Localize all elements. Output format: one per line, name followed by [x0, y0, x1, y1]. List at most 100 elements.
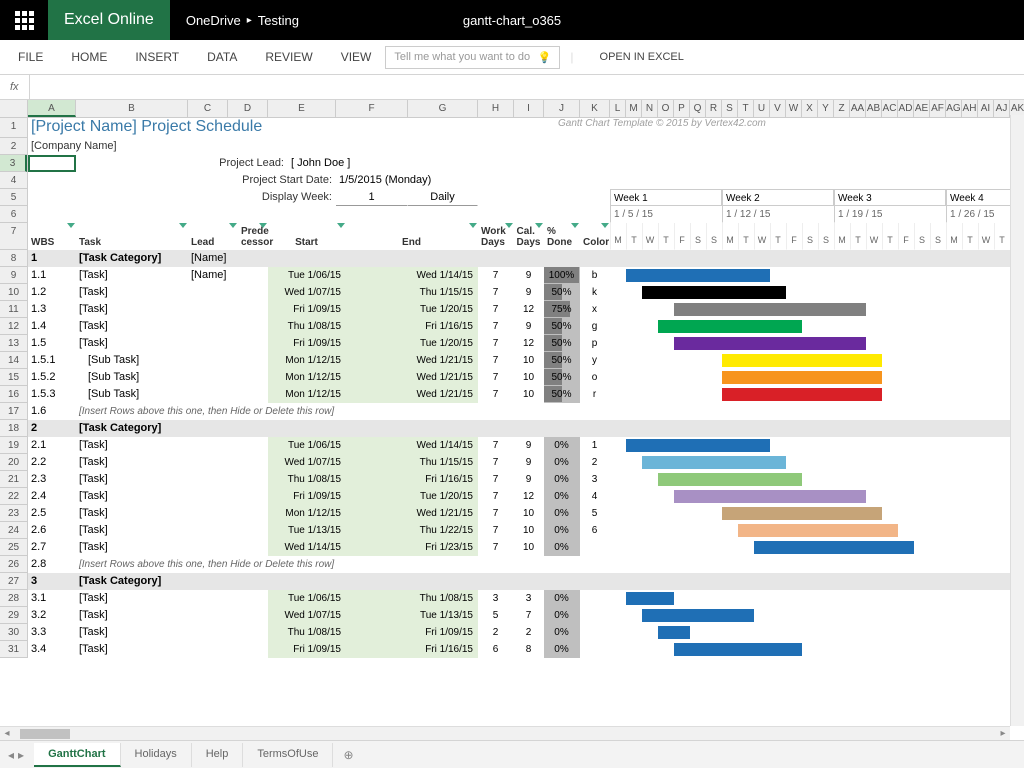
col-header-L[interactable]: L: [610, 100, 626, 117]
cells-area[interactable]: [Project Name] Project ScheduleGantt Cha…: [28, 118, 1024, 658]
col-header-G[interactable]: G: [408, 100, 478, 117]
row-header-26[interactable]: 26: [0, 556, 27, 573]
ribbon-tab-insert[interactable]: INSERT: [121, 42, 193, 72]
row-header-3[interactable]: 3: [0, 155, 27, 172]
scroll-left-icon[interactable]: ◂: [0, 728, 14, 739]
ribbon-tab-home[interactable]: HOME: [57, 42, 121, 72]
row-header-11[interactable]: 11: [0, 301, 27, 318]
col-header-Z[interactable]: Z: [834, 100, 850, 117]
col-header-AD[interactable]: AD: [898, 100, 914, 117]
horizontal-scrollbar[interactable]: ◂ ▸: [0, 726, 1010, 740]
column-header-work[interactable]: Work Days: [478, 223, 514, 250]
col-header-AG[interactable]: AG: [946, 100, 962, 117]
ribbon-tab-view[interactable]: VIEW: [327, 42, 386, 72]
col-header-AJ[interactable]: AJ: [994, 100, 1010, 117]
col-header-P[interactable]: P: [674, 100, 690, 117]
formula-input[interactable]: [30, 75, 1024, 99]
row-header-20[interactable]: 20: [0, 454, 27, 471]
col-header-B[interactable]: B: [76, 100, 188, 117]
column-header-end[interactable]: End: [346, 223, 478, 250]
row-header-23[interactable]: 23: [0, 505, 27, 522]
sheet-tab-termsofuse[interactable]: TermsOfUse: [243, 743, 333, 767]
column-header-wbs[interactable]: WBS: [28, 223, 76, 250]
col-header-J[interactable]: J: [544, 100, 580, 117]
row-header-8[interactable]: 8: [0, 250, 27, 267]
col-header-AI[interactable]: AI: [978, 100, 994, 117]
column-header-color[interactable]: Color: [580, 223, 610, 250]
breadcrumb-root[interactable]: OneDrive: [186, 13, 241, 28]
week-header[interactable]: Week 1: [610, 189, 722, 206]
row-header-31[interactable]: 31: [0, 641, 27, 658]
breadcrumb-folder[interactable]: Testing: [258, 13, 299, 28]
column-header-lead[interactable]: Lead: [188, 223, 238, 250]
row-header-25[interactable]: 25: [0, 539, 27, 556]
col-header-E[interactable]: E: [268, 100, 336, 117]
fx-label[interactable]: fx: [0, 75, 30, 99]
ribbon-tab-review[interactable]: REVIEW: [251, 42, 326, 72]
col-header-AH[interactable]: AH: [962, 100, 978, 117]
col-header-S[interactable]: S: [722, 100, 738, 117]
row-header-10[interactable]: 10: [0, 284, 27, 301]
row-header-12[interactable]: 12: [0, 318, 27, 335]
col-header-D[interactable]: D: [228, 100, 268, 117]
sheet-tab-ganttchart[interactable]: GanttChart: [34, 743, 120, 767]
column-header-task[interactable]: Task: [76, 223, 188, 250]
scrollbar-thumb[interactable]: [20, 729, 70, 739]
row-header-17[interactable]: 17: [0, 403, 27, 420]
row-header-24[interactable]: 24: [0, 522, 27, 539]
col-header-N[interactable]: N: [642, 100, 658, 117]
col-header-M[interactable]: M: [626, 100, 642, 117]
row-header-22[interactable]: 22: [0, 488, 27, 505]
ribbon-tab-file[interactable]: FILE: [4, 42, 57, 72]
row-header-1[interactable]: 1: [0, 118, 27, 138]
project-title[interactable]: [Project Name] Project Schedule: [28, 118, 528, 138]
row-header-29[interactable]: 29: [0, 607, 27, 624]
row-header-14[interactable]: 14: [0, 352, 27, 369]
app-launcher-button[interactable]: [0, 0, 48, 40]
col-header-X[interactable]: X: [802, 100, 818, 117]
column-header-start[interactable]: Start: [268, 223, 346, 250]
col-header-A[interactable]: A: [28, 100, 76, 117]
file-title[interactable]: gantt-chart_o365: [463, 13, 561, 28]
tell-me-search[interactable]: Tell me what you want to do 💡: [385, 46, 560, 69]
row-header-30[interactable]: 30: [0, 624, 27, 641]
col-header-AC[interactable]: AC: [882, 100, 898, 117]
week-header[interactable]: Week 3: [834, 189, 946, 206]
vertical-scrollbar[interactable]: [1010, 115, 1024, 726]
sheet-nav-prev-icon[interactable]: ◂: [8, 748, 14, 762]
active-cell[interactable]: [28, 155, 76, 172]
scroll-right-icon[interactable]: ▸: [996, 728, 1010, 739]
add-sheet-button[interactable]: ⊕: [343, 748, 353, 762]
col-header-Q[interactable]: Q: [690, 100, 706, 117]
sheet-tab-help[interactable]: Help: [192, 743, 244, 767]
row-header-18[interactable]: 18: [0, 420, 27, 437]
col-header-U[interactable]: U: [754, 100, 770, 117]
row-header-9[interactable]: 9: [0, 267, 27, 284]
sheet-nav-next-icon[interactable]: ▸: [18, 748, 24, 762]
col-header-K[interactable]: K: [580, 100, 610, 117]
row-header-21[interactable]: 21: [0, 471, 27, 488]
sheet-tab-holidays[interactable]: Holidays: [121, 743, 192, 767]
row-header-2[interactable]: 2: [0, 138, 27, 155]
row-header-4[interactable]: 4: [0, 172, 27, 189]
row-header-28[interactable]: 28: [0, 590, 27, 607]
row-header-5[interactable]: 5: [0, 189, 27, 206]
row-header-16[interactable]: 16: [0, 386, 27, 403]
col-header-V[interactable]: V: [770, 100, 786, 117]
ribbon-tab-data[interactable]: DATA: [193, 42, 251, 72]
row-header-27[interactable]: 27: [0, 573, 27, 590]
column-header-pred[interactable]: Prede cessor: [238, 223, 268, 250]
row-headers[interactable]: 1234567891011121314151617181920212223242…: [0, 118, 28, 658]
row-header-13[interactable]: 13: [0, 335, 27, 352]
row-header-15[interactable]: 15: [0, 369, 27, 386]
col-header-T[interactable]: T: [738, 100, 754, 117]
col-header-W[interactable]: W: [786, 100, 802, 117]
col-header-AE[interactable]: AE: [914, 100, 930, 117]
open-in-excel-button[interactable]: OPEN IN EXCEL: [600, 51, 684, 63]
column-headers[interactable]: ABCDEFGHIJKLMNOPQRSTUVWXYZAAABACADAEAFAG…: [28, 100, 1024, 118]
row-header-19[interactable]: 19: [0, 437, 27, 454]
row-header-6[interactable]: 6: [0, 206, 27, 223]
col-header-O[interactable]: O: [658, 100, 674, 117]
col-header-AA[interactable]: AA: [850, 100, 866, 117]
col-header-Y[interactable]: Y: [818, 100, 834, 117]
